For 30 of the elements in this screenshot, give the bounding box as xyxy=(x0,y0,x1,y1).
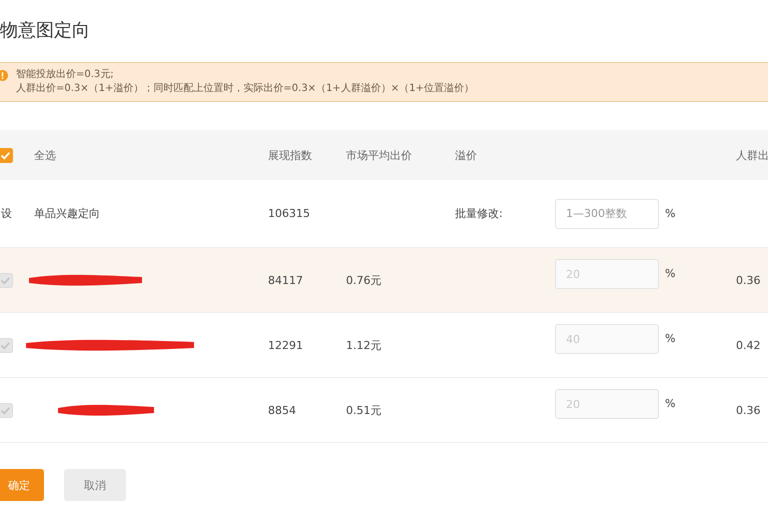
table-cell-text: 0.42 xyxy=(736,338,762,352)
column-header: 展现指数 xyxy=(268,148,313,162)
column-header: 人群出 xyxy=(736,148,768,162)
column-header: 市场平均出价 xyxy=(346,148,413,162)
percent-unit: % xyxy=(665,332,676,345)
select-all-label: 全选 xyxy=(34,148,57,162)
table-cell-text: 8854 xyxy=(268,404,297,416)
table-cell-text: 0.51元 xyxy=(346,402,382,418)
table-cell-text: 106315 xyxy=(268,207,311,220)
notice-text: 人群出价=0.3×（1+溢价）；同时匹配上位置时，实际出价=0.3×（1+人群溢价）×（1+位置溢价） xyxy=(16,82,474,96)
notice-text: 智能投放出价=0.3元; xyxy=(16,68,115,82)
table-cell-text: 12291 xyxy=(268,338,304,352)
table-cell-text: 84117 xyxy=(268,274,304,286)
confirm-button[interactable]: 确定 xyxy=(0,469,44,501)
batch-premium-field[interactable]: 1—300整数 xyxy=(555,198,659,228)
percent-unit: % xyxy=(665,207,676,220)
cancel-button[interactable]: 取消 xyxy=(64,469,126,501)
column-header: 溢价 xyxy=(455,148,478,162)
table-cell-text: 1.12元 xyxy=(346,338,382,352)
checkbox[interactable] xyxy=(0,148,13,162)
dialog-title: 物意图定向 xyxy=(0,19,91,42)
table-cell-text: 单品兴趣定向 xyxy=(34,206,101,221)
table-cell-text: 0.36 xyxy=(736,404,762,416)
percent-unit: % xyxy=(665,267,676,280)
row-label: 设 xyxy=(1,206,13,221)
batch-edit-label: 批量修改: xyxy=(455,206,504,221)
table-cell-text: 0.36 xyxy=(736,274,762,286)
table-cell-text: 0.76元 xyxy=(346,272,382,288)
percent-unit: % xyxy=(665,397,676,410)
warning-icon xyxy=(0,70,8,81)
